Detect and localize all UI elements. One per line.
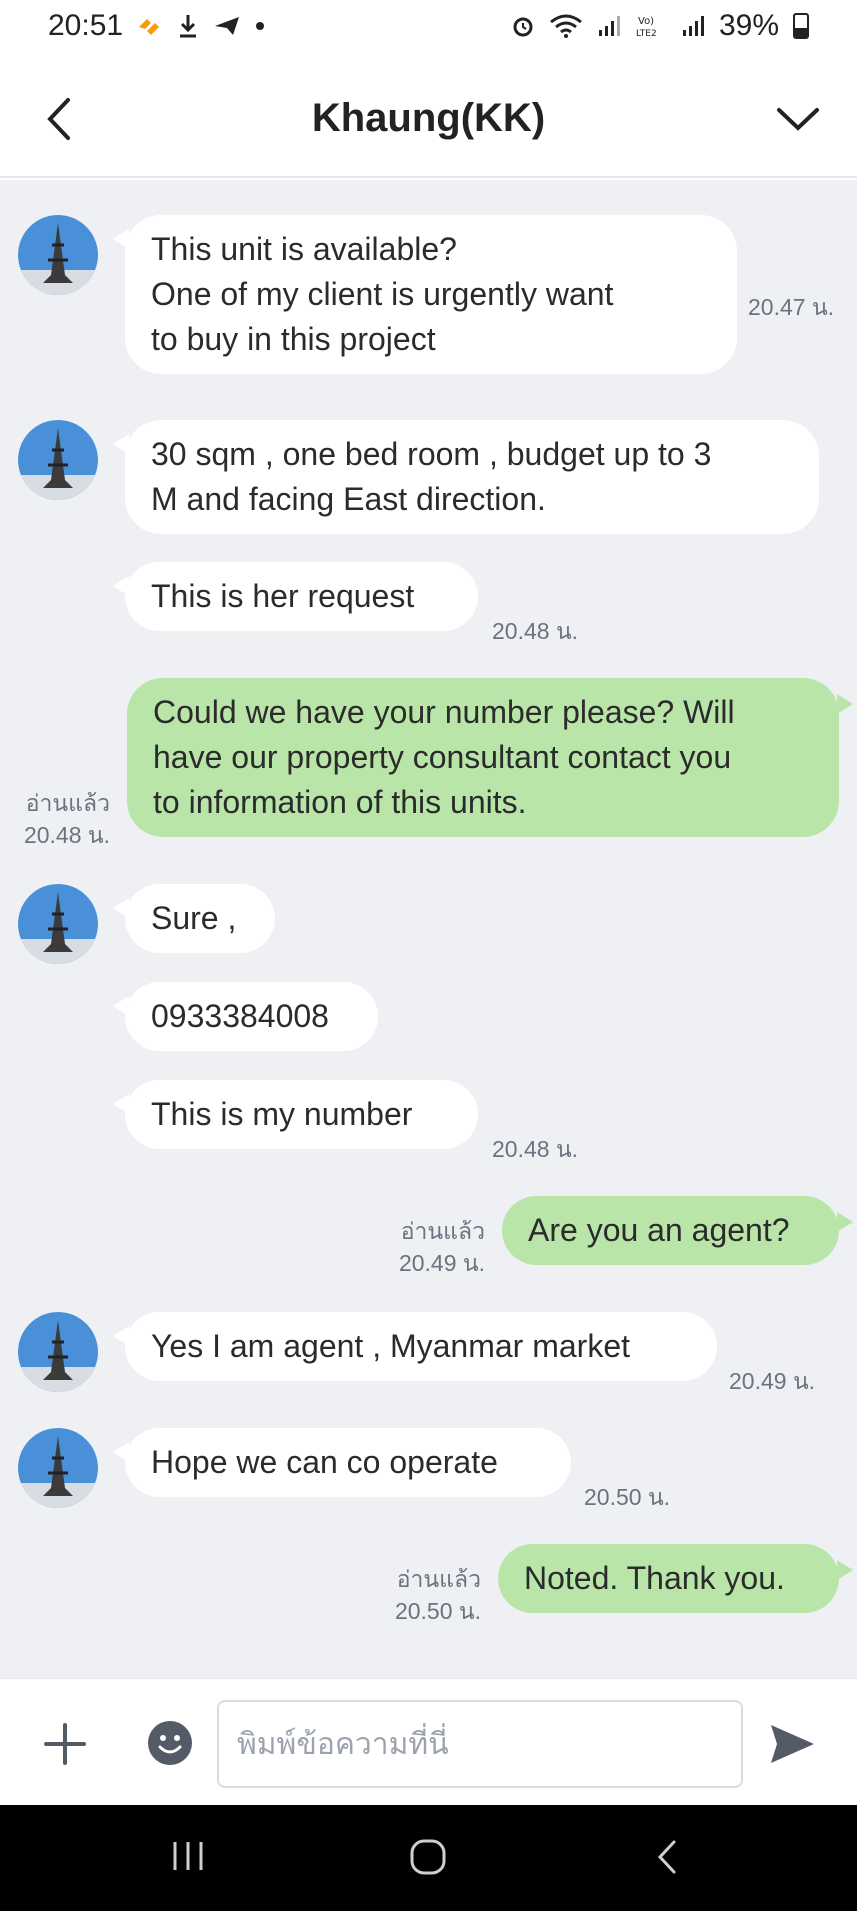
message-input[interactable] (217, 1700, 743, 1788)
back-button[interactable] (40, 94, 80, 144)
incoming-message-bubble[interactable]: Sure , (113, 884, 275, 953)
recent-apps-icon (173, 1842, 203, 1870)
emoji-icon (148, 1721, 192, 1765)
home-button[interactable] (409, 1838, 447, 1881)
read-receipt: อ่านแล้ว (400, 1218, 485, 1244)
chat-menu-button[interactable] (775, 98, 821, 138)
message-text: Noted. Thank you. (524, 1560, 785, 1596)
signal-icon (681, 14, 705, 38)
eiffel-tower-icon (18, 884, 98, 964)
message-text: 0933384008 (151, 998, 329, 1034)
eiffel-tower-icon (18, 1428, 98, 1508)
message-text: 30 sqm , one bed room , budget up to 3 (151, 436, 712, 472)
app-notification-icon (137, 15, 163, 37)
contact-avatar[interactable] (18, 1312, 98, 1392)
contact-avatar[interactable] (18, 1428, 98, 1508)
outgoing-message-bubble[interactable]: Could we have your number please? Will h… (127, 678, 853, 837)
incoming-message-bubble[interactable]: This unit is available? One of my client… (113, 215, 737, 374)
message-text: One of my client is urgently want (151, 276, 614, 312)
status-time: 20:51 (48, 9, 124, 42)
message-timestamp: 20.49 น. (729, 1368, 816, 1394)
incoming-message-bubble[interactable]: This is her request (113, 562, 478, 631)
message-timestamp: 20.47 น. (748, 294, 835, 320)
eiffel-tower-icon (18, 215, 98, 295)
message-text: to information of this units. (153, 784, 527, 820)
message-text: M and facing East direction. (151, 481, 546, 517)
chevron-left-icon (47, 98, 70, 140)
message-timestamp: 20.48 น. (492, 618, 579, 644)
incoming-message-bubble[interactable]: This is my number (113, 1080, 478, 1149)
message-text: to buy in this project (151, 321, 436, 357)
contact-avatar[interactable] (18, 884, 98, 964)
message-text: This is her request (151, 578, 415, 614)
back-icon (657, 1840, 676, 1874)
message-timestamp: 20.48 น. (23, 822, 110, 848)
message-text: have our property consultant contact you (153, 739, 732, 775)
send-button[interactable] (768, 1721, 816, 1767)
message-timestamp: 20.50 น. (584, 1484, 671, 1510)
contact-avatar[interactable] (18, 420, 98, 500)
signal-icon (597, 14, 621, 38)
chat-header: Khaung(KK) (0, 60, 857, 178)
message-input-bar (0, 1678, 857, 1805)
status-left: 20:51 (48, 9, 265, 43)
home-icon (410, 1839, 446, 1875)
download-icon (177, 13, 199, 39)
incoming-message-bubble[interactable]: Yes I am agent , Myanmar market (113, 1312, 717, 1381)
back-nav-button[interactable] (654, 1838, 680, 1881)
message-text: Hope we can co operate (151, 1444, 498, 1480)
message-text: Yes I am agent , Myanmar market (151, 1328, 631, 1364)
message-text: This unit is available? (151, 231, 457, 267)
message-list[interactable]: This unit is available? One of my client… (0, 180, 857, 1678)
svg-text:Vo): Vo) (638, 16, 654, 27)
eiffel-tower-icon (18, 1312, 98, 1392)
volte-icon: Vo) LTE2 (635, 13, 667, 39)
send-icon (771, 1725, 814, 1763)
recent-apps-button[interactable] (170, 1838, 206, 1879)
contact-avatar[interactable] (18, 215, 98, 295)
incoming-message-bubble[interactable]: 30 sqm , one bed room , budget up to 3 M… (113, 420, 819, 534)
eiffel-tower-icon (18, 420, 98, 500)
read-receipt: อ่านแล้ว (396, 1566, 481, 1592)
message-text: Could we have your number please? Will (153, 694, 735, 730)
chevron-down-icon (777, 108, 819, 131)
message-timestamp: 20.49 น. (398, 1250, 485, 1276)
battery-percent: 39% (718, 9, 779, 42)
message-text: Sure , (151, 900, 237, 936)
incoming-message-bubble[interactable]: 0933384008 (113, 982, 378, 1051)
plus-icon (44, 1723, 86, 1765)
send-icon (213, 15, 241, 37)
wifi-icon (549, 14, 583, 38)
svg-text:LTE2: LTE2 (636, 29, 657, 39)
outgoing-message-bubble[interactable]: Noted. Thank you. (498, 1544, 853, 1613)
system-nav-bar (0, 1805, 857, 1911)
alarm-icon (511, 14, 535, 38)
message-timestamp: 20.50 น. (394, 1598, 481, 1624)
attach-button[interactable] (40, 1719, 90, 1769)
chat-title[interactable]: Khaung(KK) (312, 96, 545, 141)
message-text: Are you an agent? (528, 1212, 790, 1248)
dot-icon (255, 21, 265, 31)
outgoing-message-bubble[interactable]: Are you an agent? (502, 1196, 853, 1265)
incoming-message-bubble[interactable]: Hope we can co operate (113, 1428, 571, 1497)
message-text: This is my number (151, 1096, 413, 1132)
read-receipt: อ่านแล้ว (25, 790, 110, 816)
battery-level (795, 28, 807, 37)
status-right: Vo) LTE2 39% (511, 9, 809, 43)
message-timestamp: 20.48 น. (492, 1136, 579, 1162)
status-bar: 20:51 Vo) LTE2 39% (0, 0, 857, 52)
battery-icon (793, 13, 809, 39)
emoji-button[interactable] (146, 1719, 194, 1767)
